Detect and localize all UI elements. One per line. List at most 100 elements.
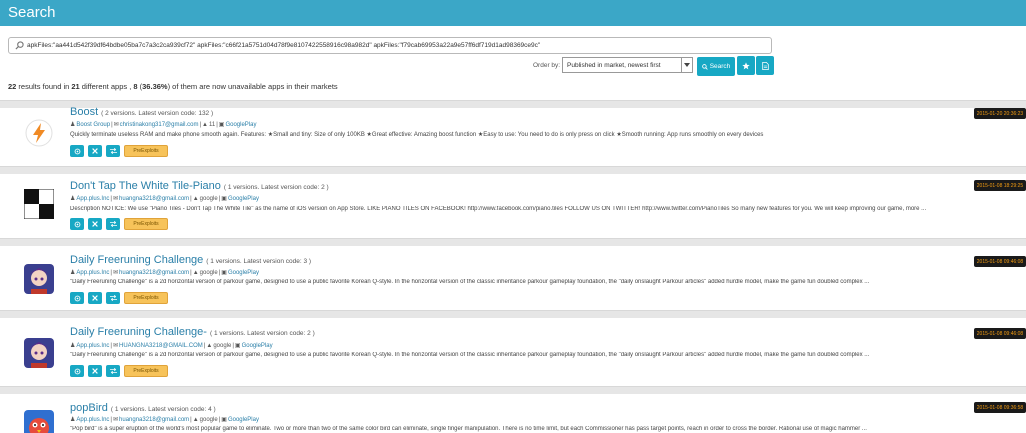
email-icon: ✉ — [112, 343, 119, 349]
email-link[interactable]: christinakong317@gmail.com — [120, 122, 199, 128]
android-icon: ▲ — [192, 195, 199, 202]
developer-link[interactable]: Boost Group — [76, 122, 110, 128]
email-icon: ✉ — [112, 196, 119, 202]
search-input[interactable] — [27, 39, 767, 52]
results-summary: 22 results found in 21 different apps , … — [8, 82, 338, 91]
order-by-select[interactable]: Published in market, newest first — [562, 57, 693, 73]
close-icon — [92, 148, 98, 154]
app-developer-line: ♟ App.plus.Inc | ✉ huangna3218@gmail.com | ▲ go… — [70, 416, 259, 424]
item-separator — [0, 166, 1026, 174]
app-icon-piano-tiles — [23, 188, 55, 220]
email-icon: ✉ — [112, 417, 119, 423]
page-title: Search — [8, 4, 56, 21]
app-developer-line: ♟ App.plus.Inc | ✉ huangna3218@gmail.com | ▲ go… — [70, 195, 259, 203]
preexploits-button[interactable]: PreExploits — [124, 218, 168, 230]
android-icon: ▲ — [202, 121, 208, 128]
email-icon: ✉ — [113, 122, 119, 128]
app-description: "Daily Freeruning Challenge" is a 2d hor… — [70, 352, 870, 358]
remove-button[interactable] — [88, 218, 102, 230]
remove-button[interactable] — [88, 145, 102, 157]
preexploits-button[interactable]: PreExploits — [124, 292, 168, 304]
search-button-icon — [701, 63, 708, 70]
close-icon — [92, 221, 98, 227]
app-icon-boost — [24, 118, 54, 148]
details-button[interactable] — [70, 292, 84, 304]
android-icon: ▲ — [192, 416, 199, 423]
developer-link[interactable]: App.plus.Inc — [76, 196, 109, 202]
details-button[interactable] — [70, 145, 84, 157]
eye-icon — [74, 368, 80, 374]
app-developer-line: ♟ App.plus.Inc | ✉ HUANGNA3218@GMAIL.COM | ▲ go… — [70, 342, 273, 350]
app-icon-popbird — [24, 410, 54, 433]
developer-link[interactable]: App.plus.Inc — [76, 270, 109, 276]
preexploits-button[interactable]: PreExploits — [124, 365, 168, 377]
search-button[interactable]: Search — [697, 57, 735, 76]
market-link[interactable]: GooglePlay — [242, 343, 273, 349]
email-link[interactable]: HUANGNA3218@GMAIL.COM — [119, 343, 203, 349]
header-bar: Search — [0, 0, 1026, 26]
app-icon-daily-freeruning — [24, 264, 54, 294]
favorite-button[interactable] — [737, 56, 755, 75]
search-icon — [11, 38, 27, 53]
app-developer-line: ♟ App.plus.Inc | ✉ huangna3218@gmail.com | ▲ go… — [70, 269, 259, 277]
details-button[interactable] — [70, 365, 84, 377]
app-icon-daily-freeruning — [24, 338, 54, 368]
developer-link[interactable]: App.plus.Inc — [76, 343, 109, 349]
market-link[interactable]: GooglePlay — [225, 122, 256, 128]
market-link[interactable]: GooglePlay — [228, 270, 259, 276]
compare-button[interactable] — [106, 365, 120, 377]
app-name[interactable]: popBird( 1 versions. Latest version code… — [70, 402, 216, 414]
app-description: "Pop bird" is a super eruption of the wo… — [70, 426, 867, 432]
cart-icon: ▣ — [221, 417, 227, 423]
eye-icon — [74, 221, 80, 227]
order-by-label: Order by: — [533, 62, 561, 69]
preexploits-button[interactable]: PreExploits — [124, 145, 168, 157]
search-button-label: Search — [709, 63, 731, 70]
swap-icon — [109, 221, 117, 227]
email-link[interactable]: huangna3218@gmail.com — [119, 417, 189, 423]
app-name[interactable]: Daily Freeruning Challenge( 1 versions. … — [70, 254, 311, 266]
star-icon — [742, 61, 750, 69]
eye-icon — [74, 295, 80, 301]
app-developer-line: ♟ Boost Group | ✉ christinakong317@gmail.com… — [70, 121, 257, 129]
close-icon — [92, 368, 98, 374]
remove-button[interactable] — [88, 365, 102, 377]
search-box[interactable] — [8, 37, 772, 54]
date-badge: 2015-01-20 20:36:23 — [974, 108, 1026, 119]
document-icon — [761, 61, 769, 70]
results-apps: 21 — [71, 82, 80, 91]
app-name[interactable]: Boost( 2 versions. Latest version code: … — [70, 106, 213, 118]
date-badge: 2015-01-08 09:46:08 — [974, 256, 1026, 267]
user-icon: ♟ — [70, 343, 76, 349]
date-badge: 2015-01-08 18:29:25 — [974, 180, 1026, 191]
item-separator — [0, 310, 1026, 318]
date-badge: 2015-01-08 09:46:08 — [974, 328, 1026, 339]
results-percent: 36.36% — [142, 82, 168, 91]
app-description: Quickly terminate useless RAM and make p… — [70, 132, 764, 138]
remove-button[interactable] — [88, 292, 102, 304]
email-link[interactable]: huangna3218@gmail.com — [119, 270, 189, 276]
user-icon: ♟ — [70, 122, 76, 128]
date-badge: 2015-01-08 09:36:58 — [974, 402, 1026, 413]
android-icon: ▲ — [206, 342, 213, 349]
market-link[interactable]: GooglePlay — [228, 417, 259, 423]
email-link[interactable]: huangna3218@gmail.com — [119, 196, 189, 202]
user-icon: ♟ — [70, 270, 76, 276]
developer-link[interactable]: App.plus.Inc — [76, 417, 109, 423]
compare-button[interactable] — [106, 218, 120, 230]
app-name[interactable]: Daily Freeruning Challenge-( 1 versions.… — [70, 326, 315, 338]
item-separator — [0, 386, 1026, 394]
user-icon: ♟ — [70, 417, 76, 423]
compare-button[interactable] — [106, 292, 120, 304]
market-link[interactable]: GooglePlay — [228, 196, 259, 202]
order-by-value: Published in market, newest first — [567, 61, 661, 69]
details-button[interactable] — [70, 218, 84, 230]
chevron-down-icon — [681, 58, 692, 72]
compare-button[interactable] — [106, 145, 120, 157]
export-button[interactable] — [756, 56, 774, 75]
item-actions: PreExploits — [70, 145, 168, 157]
item-actions: PreExploits — [70, 292, 168, 304]
app-name[interactable]: Don't Tap The White Tile-Piano( 1 versio… — [70, 180, 329, 192]
android-icon: ▲ — [192, 269, 199, 276]
email-icon: ✉ — [112, 270, 119, 276]
